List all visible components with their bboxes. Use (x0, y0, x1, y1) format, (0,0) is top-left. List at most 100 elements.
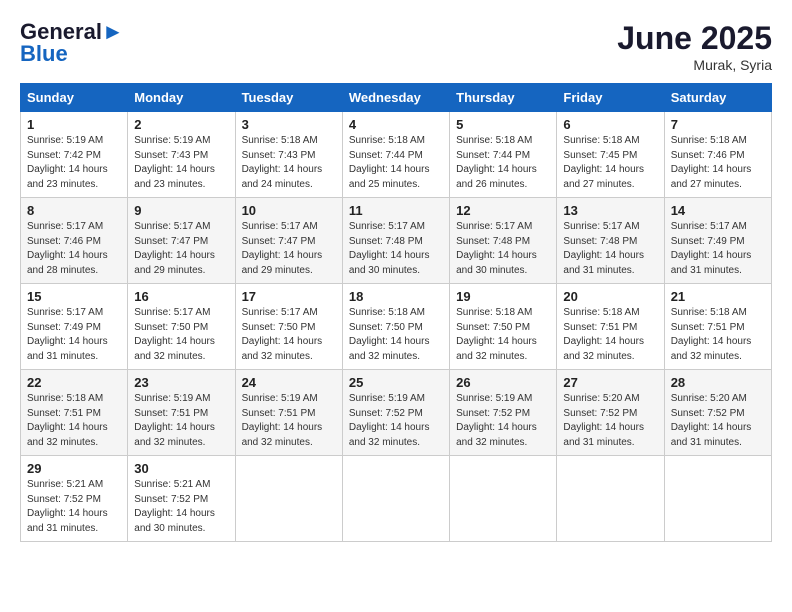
day-info: Sunrise: 5:17 AMSunset: 7:49 PMDaylight:… (671, 220, 765, 278)
day-cell-8: 8Sunrise: 5:17 AMSunset: 7:46 PMDaylight… (21, 198, 128, 284)
header-tuesday: Tuesday (235, 84, 342, 112)
day-info: Sunrise: 5:18 AMSunset: 7:46 PMDaylight:… (671, 134, 765, 192)
day-number: 14 (671, 203, 765, 218)
day-info: Sunrise: 5:21 AMSunset: 7:52 PMDaylight:… (134, 478, 228, 536)
day-info: Sunrise: 5:18 AMSunset: 7:43 PMDaylight:… (242, 134, 336, 192)
day-cell-0 (342, 456, 449, 542)
calendar-row-4: 29Sunrise: 5:21 AMSunset: 7:52 PMDayligh… (21, 456, 772, 542)
title-area: June 2025 Murak, Syria (617, 20, 772, 73)
day-info: Sunrise: 5:18 AMSunset: 7:51 PMDaylight:… (563, 306, 657, 364)
day-info: Sunrise: 5:17 AMSunset: 7:48 PMDaylight:… (349, 220, 443, 278)
day-number: 17 (242, 289, 336, 304)
header-monday: Monday (128, 84, 235, 112)
calendar-row-2: 15 Sunrise: 5:17 AMSunset: 7:49 PMDayligh… (21, 284, 772, 370)
day-cell-19: 19 Sunrise: 5:18 AMSunset: 7:50 PMDayligh… (450, 284, 557, 370)
header-wednesday: Wednesday (342, 84, 449, 112)
day-number: 24 (242, 375, 336, 390)
day-cell-22: 22 Sunrise: 5:18 AMSunset: 7:51 PMDayligh… (21, 370, 128, 456)
day-number: 27 (563, 375, 657, 390)
day-info: Sunrise: 5:19 AMSunset: 7:52 PMDaylight:… (349, 392, 443, 450)
day-info: Sunrise: 5:17 AMSunset: 7:47 PMDaylight:… (134, 220, 228, 278)
header-sunday: Sunday (21, 84, 128, 112)
day-number: 4 (349, 117, 443, 132)
page-header: General► Blue June 2025 Murak, Syria (20, 20, 772, 73)
day-number: 28 (671, 375, 765, 390)
weekday-header-row: Sunday Monday Tuesday Wednesday Thursday… (21, 84, 772, 112)
day-info: Sunrise: 5:18 AMSunset: 7:44 PMDaylight:… (349, 134, 443, 192)
day-info: Sunrise: 5:20 AMSunset: 7:52 PMDaylight:… (563, 392, 657, 450)
day-cell-25: 25 Sunrise: 5:19 AMSunset: 7:52 PMDayligh… (342, 370, 449, 456)
day-cell-2: 2 Sunrise: 5:19 AMSunset: 7:43 PMDaylight… (128, 112, 235, 198)
day-cell-1: 1Sunrise: 5:19 AMSunset: 7:42 PMDaylight… (21, 112, 128, 198)
day-number: 6 (563, 117, 657, 132)
header-thursday: Thursday (450, 84, 557, 112)
day-cell-5: 5Sunrise: 5:18 AMSunset: 7:44 PMDaylight… (450, 112, 557, 198)
day-cell-21: 21 Sunrise: 5:18 AMSunset: 7:51 PMDayligh… (664, 284, 771, 370)
day-number: 23 (134, 375, 228, 390)
day-cell-6: 6Sunrise: 5:18 AMSunset: 7:45 PMDaylight… (557, 112, 664, 198)
day-info: Sunrise: 5:18 AMSunset: 7:50 PMDaylight:… (456, 306, 550, 364)
day-number: 5 (456, 117, 550, 132)
day-number: 25 (349, 375, 443, 390)
day-info: Sunrise: 5:17 AMSunset: 7:50 PMDaylight:… (242, 306, 336, 364)
day-cell-29: 29Sunrise: 5:21 AMSunset: 7:52 PMDayligh… (21, 456, 128, 542)
day-number: 21 (671, 289, 765, 304)
day-number: 7 (671, 117, 765, 132)
day-info: Sunrise: 5:19 AMSunset: 7:51 PMDaylight:… (134, 392, 228, 450)
day-info: Sunrise: 5:17 AMSunset: 7:49 PMDaylight:… (27, 306, 121, 364)
day-number: 22 (27, 375, 121, 390)
day-cell-13: 13Sunrise: 5:17 AMSunset: 7:48 PMDayligh… (557, 198, 664, 284)
calendar-row-1: 8Sunrise: 5:17 AMSunset: 7:46 PMDaylight… (21, 198, 772, 284)
day-cell-0 (557, 456, 664, 542)
day-cell-27: 27 Sunrise: 5:20 AMSunset: 7:52 PMDayligh… (557, 370, 664, 456)
day-number: 26 (456, 375, 550, 390)
day-cell-28: 28 Sunrise: 5:20 AMSunset: 7:52 PMDayligh… (664, 370, 771, 456)
day-info: Sunrise: 5:20 AMSunset: 7:52 PMDaylight:… (671, 392, 765, 450)
day-number: 18 (349, 289, 443, 304)
day-cell-16: 16 Sunrise: 5:17 AMSunset: 7:50 PMDayligh… (128, 284, 235, 370)
day-info: Sunrise: 5:17 AMSunset: 7:48 PMDaylight:… (456, 220, 550, 278)
day-cell-18: 18 Sunrise: 5:18 AMSunset: 7:50 PMDayligh… (342, 284, 449, 370)
day-cell-0 (664, 456, 771, 542)
header-friday: Friday (557, 84, 664, 112)
day-cell-14: 14 Sunrise: 5:17 AMSunset: 7:49 PMDayligh… (664, 198, 771, 284)
day-cell-0 (235, 456, 342, 542)
day-info: Sunrise: 5:18 AMSunset: 7:50 PMDaylight:… (349, 306, 443, 364)
day-cell-9: 9 Sunrise: 5:17 AMSunset: 7:47 PMDaylight… (128, 198, 235, 284)
day-info: Sunrise: 5:18 AMSunset: 7:51 PMDaylight:… (671, 306, 765, 364)
day-cell-3: 3 Sunrise: 5:18 AMSunset: 7:43 PMDaylight… (235, 112, 342, 198)
day-number: 15 (27, 289, 121, 304)
month-title: June 2025 (617, 20, 772, 57)
day-cell-20: 20 Sunrise: 5:18 AMSunset: 7:51 PMDayligh… (557, 284, 664, 370)
logo: General► Blue (20, 20, 124, 66)
location-label: Murak, Syria (617, 57, 772, 73)
day-number: 3 (242, 117, 336, 132)
day-info: Sunrise: 5:19 AMSunset: 7:51 PMDaylight:… (242, 392, 336, 450)
day-number: 19 (456, 289, 550, 304)
day-info: Sunrise: 5:21 AMSunset: 7:52 PMDaylight:… (27, 478, 121, 536)
day-number: 16 (134, 289, 228, 304)
day-cell-12: 12Sunrise: 5:17 AMSunset: 7:48 PMDayligh… (450, 198, 557, 284)
day-info: Sunrise: 5:19 AMSunset: 7:52 PMDaylight:… (456, 392, 550, 450)
day-info: Sunrise: 5:18 AMSunset: 7:51 PMDaylight:… (27, 392, 121, 450)
day-cell-24: 24 Sunrise: 5:19 AMSunset: 7:51 PMDayligh… (235, 370, 342, 456)
day-cell-4: 4 Sunrise: 5:18 AMSunset: 7:44 PMDaylight… (342, 112, 449, 198)
day-info: Sunrise: 5:19 AMSunset: 7:42 PMDaylight:… (27, 134, 121, 192)
day-cell-10: 10Sunrise: 5:17 AMSunset: 7:47 PMDayligh… (235, 198, 342, 284)
header-saturday: Saturday (664, 84, 771, 112)
day-cell-30: 30Sunrise: 5:21 AMSunset: 7:52 PMDayligh… (128, 456, 235, 542)
day-number: 8 (27, 203, 121, 218)
calendar-table: Sunday Monday Tuesday Wednesday Thursday… (20, 83, 772, 542)
day-number: 20 (563, 289, 657, 304)
day-info: Sunrise: 5:17 AMSunset: 7:50 PMDaylight:… (134, 306, 228, 364)
day-info: Sunrise: 5:17 AMSunset: 7:47 PMDaylight:… (242, 220, 336, 278)
day-cell-7: 7 Sunrise: 5:18 AMSunset: 7:46 PMDaylight… (664, 112, 771, 198)
day-cell-11: 11 Sunrise: 5:17 AMSunset: 7:48 PMDayligh… (342, 198, 449, 284)
calendar-row-3: 22 Sunrise: 5:18 AMSunset: 7:51 PMDayligh… (21, 370, 772, 456)
day-number: 2 (134, 117, 228, 132)
day-info: Sunrise: 5:19 AMSunset: 7:43 PMDaylight:… (134, 134, 228, 192)
day-number: 9 (134, 203, 228, 218)
day-number: 11 (349, 203, 443, 218)
day-cell-15: 15 Sunrise: 5:17 AMSunset: 7:49 PMDayligh… (21, 284, 128, 370)
day-cell-0 (450, 456, 557, 542)
